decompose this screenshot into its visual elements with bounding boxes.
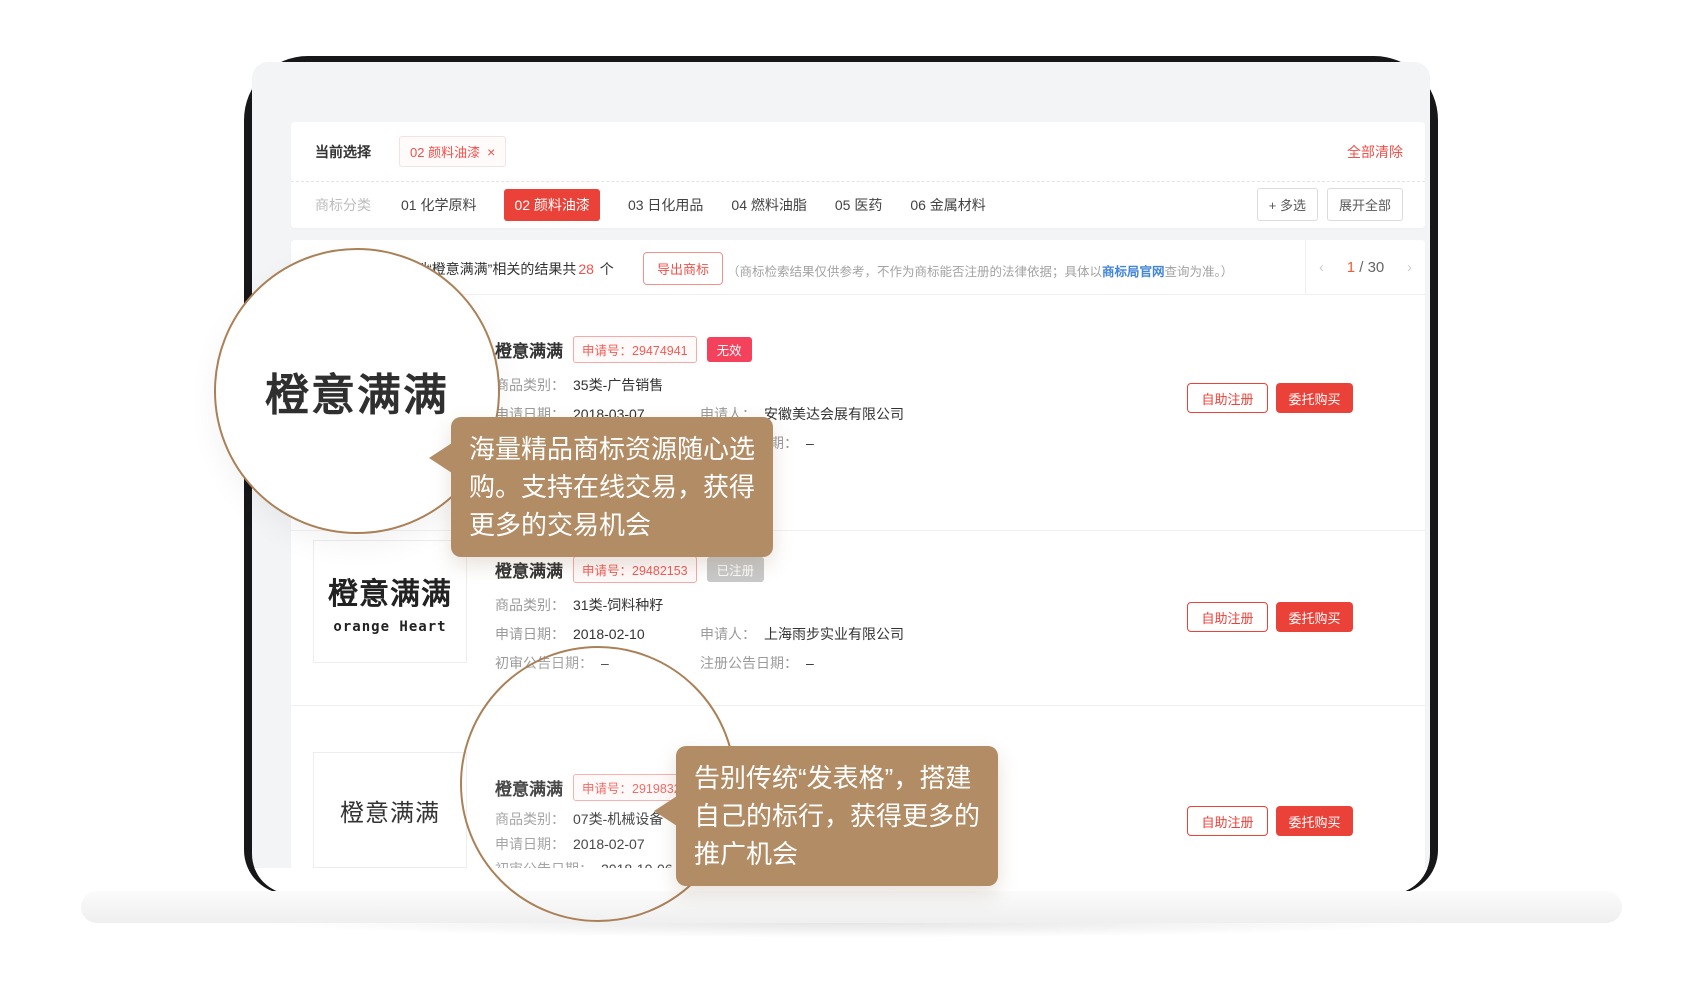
- trademark-thumbnail-3[interactable]: 橙意满满: [313, 752, 467, 868]
- category-row-label: 商标分类: [315, 195, 371, 215]
- application-number-label: 申请号：: [582, 344, 632, 358]
- status-badge: 已注册: [707, 557, 765, 582]
- self-register-button[interactable]: 自助注册: [1187, 806, 1268, 836]
- tooltip-line: 自己的标行，获得更多的: [694, 797, 980, 835]
- next-page-icon[interactable]: ›: [1407, 259, 1412, 276]
- reg-pub-label: 注册公告日期：: [700, 655, 798, 671]
- entrust-buy-button[interactable]: 委托购买: [1276, 383, 1353, 413]
- trademark-thumbnail-2[interactable]: 橙意满满 orange Heart: [313, 540, 467, 663]
- row-3-actions: 自助注册 委托购买: [1187, 806, 1353, 836]
- summary-suffix: 个: [600, 261, 614, 277]
- category-field-label: 商品类别：: [495, 377, 565, 393]
- tooltip-arrow-left-icon: [429, 443, 452, 473]
- tooltip-line: 海量精品商标资源随心选: [469, 430, 755, 468]
- apply-date-value: 2018-02-10: [573, 626, 645, 642]
- application-number-tag: 申请号：29474941: [573, 336, 697, 363]
- disclaimer-text: （商标检索结果仅供参考，不作为商标能否注册的法律依据；具体以商标局官网查询为准。…: [727, 261, 1233, 280]
- thumbnail-mark-text: 橙意满满: [328, 569, 452, 613]
- apply-date-label: 申请日期：: [495, 626, 565, 642]
- self-register-button[interactable]: 自助注册: [1187, 383, 1268, 413]
- magnified-trademark-text: 橙意满满: [265, 359, 449, 423]
- export-trademarks-button[interactable]: 导出商标: [643, 252, 723, 285]
- disclaimer-pre: （商标检索结果仅供参考，不作为商标能否注册的法律依据；具体以: [727, 265, 1102, 279]
- row-divider: [291, 705, 1425, 706]
- reg-pub-value: –: [806, 435, 814, 451]
- row-2-actions: 自助注册 委托购买: [1187, 602, 1353, 632]
- selected-filter-chip[interactable]: 02 颜料油漆 ×: [399, 136, 506, 167]
- laptop-base: [81, 891, 1622, 923]
- category-tools: + 多选 展开全部: [1257, 188, 1403, 221]
- filter-panel: 当前选择 02 颜料油漆 × 全部清除 商标分类 01 化学原料 02 颜料油漆…: [291, 122, 1425, 228]
- current-selection-row: 当前选择 02 颜料油漆 × 全部清除: [291, 122, 1425, 181]
- current-selection-label: 当前选择: [315, 142, 371, 162]
- tooltip-line: 更多的交易机会: [469, 506, 755, 544]
- tooltip-arrow-left-icon: [654, 796, 677, 826]
- category-04[interactable]: 04 燃料油脂: [731, 195, 806, 215]
- self-register-button[interactable]: 自助注册: [1187, 602, 1268, 632]
- clear-all-button[interactable]: 全部清除: [1347, 142, 1403, 162]
- disclaimer-post: 查询为准。）: [1165, 265, 1234, 279]
- thumbnail-mark-text: 橙意满满: [340, 793, 440, 828]
- category-row: 商标分类 01 化学原料 02 颜料油漆 03 日化用品 04 燃料油脂 05 …: [291, 181, 1425, 228]
- pagination: ‹ 1 / 30 ›: [1305, 240, 1425, 295]
- selected-filter-chip-label: 02 颜料油漆: [410, 142, 480, 161]
- tooltip-line: 告别传统“发表格”，搭建: [694, 759, 980, 797]
- entrust-buy-button[interactable]: 委托购买: [1276, 602, 1353, 632]
- application-number: 29474941: [632, 344, 688, 358]
- application-number-tag: 申请号：29482153: [573, 556, 697, 583]
- results-header: 当前分类下检索到“橙意满满”相关的结果共28 个 导出商标 （商标检索结果仅供参…: [291, 240, 1425, 295]
- callout-tooltip-1: 海量精品商标资源随心选 购。支持在线交易，获得 更多的交易机会: [451, 417, 773, 557]
- tooltip-line: 推广机会: [694, 835, 980, 873]
- applicant-value: 安徽美达会展有限公司: [764, 406, 904, 422]
- category-05[interactable]: 05 医药: [835, 195, 882, 215]
- category-field-value: 35类-广告销售: [573, 377, 663, 393]
- category-06[interactable]: 06 金属材料: [910, 195, 985, 215]
- category-01[interactable]: 01 化学原料: [401, 195, 476, 215]
- callout-tooltip-2: 告别传统“发表格”，搭建 自己的标行，获得更多的 推广机会: [676, 746, 998, 886]
- category-field-value: 31类-饲料种籽: [573, 597, 663, 613]
- chip-close-icon[interactable]: ×: [487, 145, 495, 159]
- prev-page-icon[interactable]: ‹: [1319, 259, 1324, 276]
- application-number: 29482153: [632, 564, 688, 578]
- results-count: 28: [578, 261, 594, 277]
- status-badge: 无效: [707, 337, 752, 362]
- entrust-buy-button[interactable]: 委托购买: [1276, 806, 1353, 836]
- category-02-selected[interactable]: 02 颜料油漆: [504, 189, 599, 221]
- page-indicator: 1 / 30: [1347, 259, 1385, 276]
- tooltip-line: 购。支持在线交易，获得: [469, 468, 755, 506]
- application-number-label: 申请号：: [582, 564, 632, 578]
- trademark-office-link[interactable]: 商标局官网: [1102, 265, 1165, 279]
- category-field-label: 商品类别：: [495, 597, 565, 613]
- row-1-actions: 自助注册 委托购买: [1187, 383, 1353, 413]
- trademark-name: 橙意满满: [495, 557, 563, 582]
- laptop-mockup: 当前选择 02 颜料油漆 × 全部清除 商标分类 01 化学原料 02 颜料油漆…: [0, 0, 1696, 1002]
- category-03[interactable]: 03 日化用品: [628, 195, 703, 215]
- thumbnail-mark-subtext: orange Heart: [333, 619, 446, 635]
- trademark-name: 橙意满满: [495, 337, 563, 362]
- page-separator: /: [1359, 259, 1363, 276]
- current-page: 1: [1347, 259, 1355, 276]
- multi-select-button[interactable]: + 多选: [1257, 188, 1318, 221]
- total-pages: 30: [1368, 259, 1385, 276]
- reg-pub-value: –: [806, 655, 814, 671]
- applicant-value: 上海雨步实业有限公司: [764, 626, 904, 642]
- applicant-label: 申请人：: [700, 626, 756, 642]
- expand-all-button[interactable]: 展开全部: [1327, 188, 1403, 221]
